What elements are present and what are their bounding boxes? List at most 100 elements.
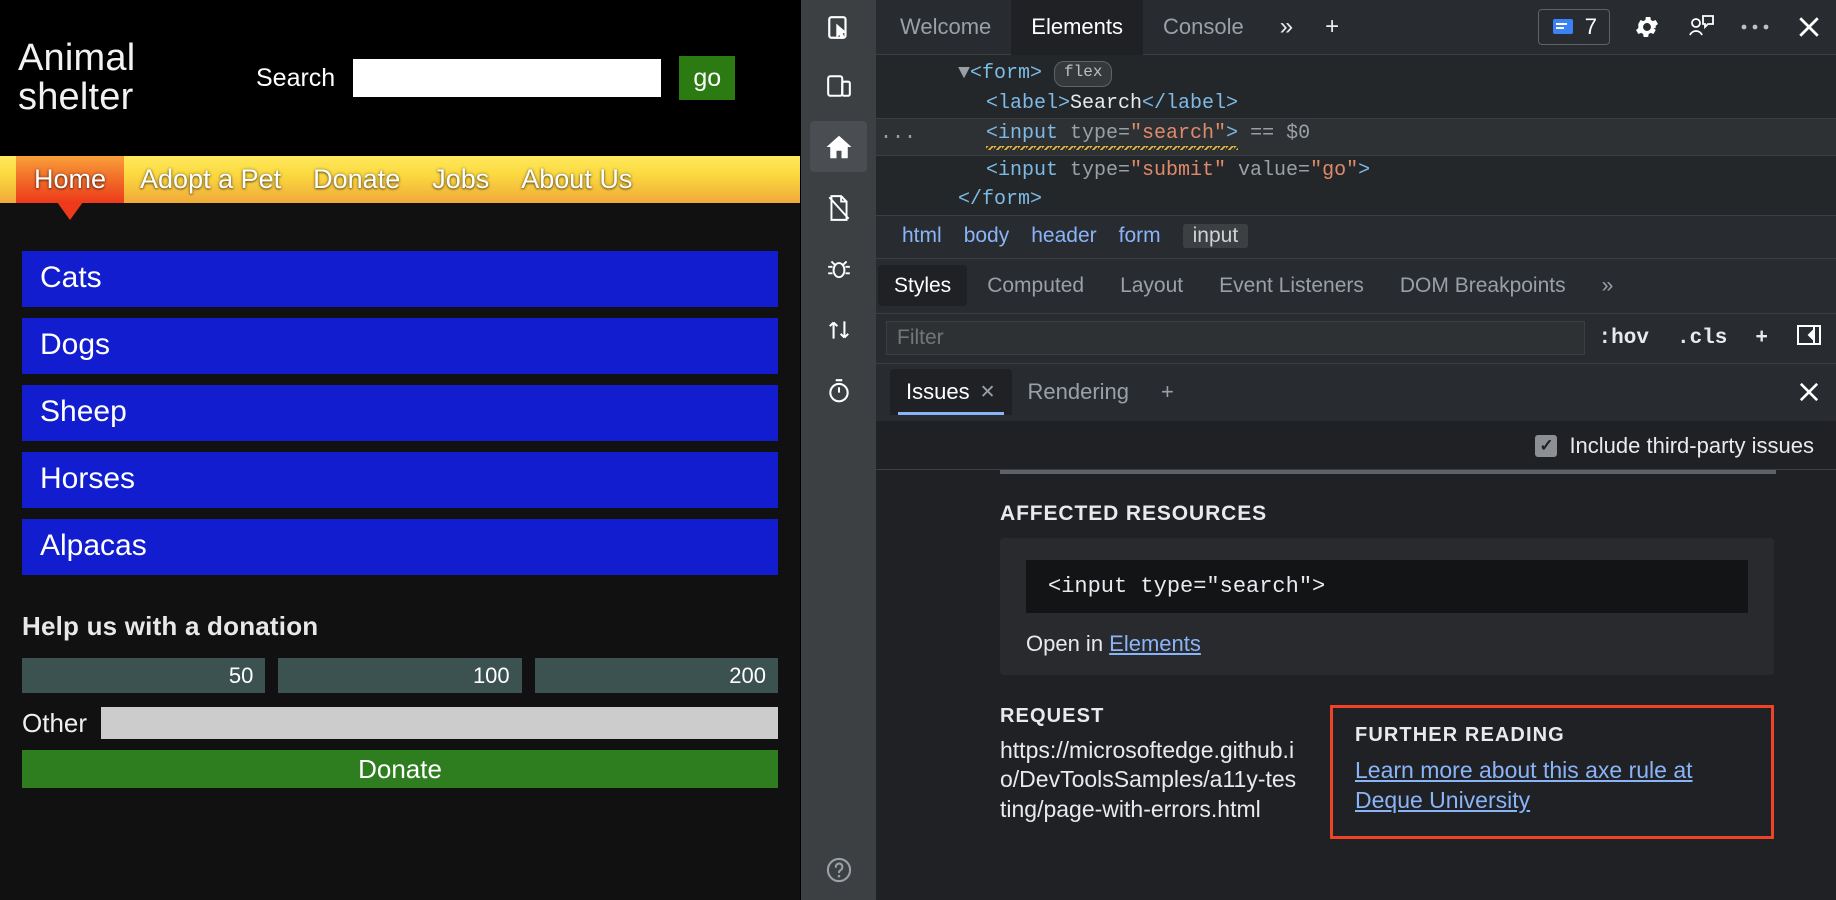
tab-console[interactable]: Console <box>1143 0 1264 55</box>
further-reading-link[interactable]: Learn more about this axe rule at Deque … <box>1355 755 1751 816</box>
close-issues-tab-icon[interactable]: ✕ <box>980 381 996 404</box>
donation-amount-200[interactable]: 200 <box>535 658 778 693</box>
third-party-label: Include third-party issues <box>1569 433 1814 459</box>
dom-expand-arrow-icon[interactable]: ▼ <box>904 61 970 87</box>
donation-other-input[interactable] <box>101 707 778 739</box>
styles-tab-dom-breakpoints[interactable]: DOM Breakpoints <box>1384 265 1582 306</box>
dom-attr-value-search: "search" <box>1130 122 1226 145</box>
breadcrumb-input[interactable]: input <box>1183 224 1249 248</box>
dom-line-label[interactable]: <label>Search</label> <box>876 89 1836 119</box>
search-go-button[interactable]: go <box>679 56 735 100</box>
dom-line-form-close[interactable]: </form> <box>876 185 1836 215</box>
issue-divider <box>1000 470 1776 474</box>
dom-line-form-open[interactable]: ▼<form> flex <box>876 59 1836 89</box>
toggle-sidebar-icon[interactable] <box>1782 323 1836 354</box>
nav-item-about-us-label: About Us <box>521 164 632 195</box>
include-third-party-row[interactable]: ✓ Include third-party issues <box>876 421 1836 470</box>
breadcrumb-form[interactable]: form <box>1119 224 1161 248</box>
devtools-lower-region: ▼<form> flex <label>Search</label> ... <… <box>801 55 1836 900</box>
message-icon <box>1551 15 1575 39</box>
dom-tag-input-close: > <box>1226 122 1238 145</box>
styles-filter-input[interactable] <box>886 321 1585 355</box>
dom-line-input-search[interactable]: ... <input type="search"> == $0 <box>876 118 1836 156</box>
feedback-icon[interactable] <box>1674 0 1728 55</box>
styles-tab-styles[interactable]: Styles <box>878 265 967 306</box>
dom-tag-form: <form> <box>970 61 1042 87</box>
issues-count-badge[interactable]: 7 <box>1538 9 1610 45</box>
category-item-horses[interactable]: Horses <box>22 452 778 508</box>
styles-tabs-more-icon[interactable]: » <box>1586 265 1630 306</box>
category-item-alpacas[interactable]: Alpacas <box>22 519 778 575</box>
drawer-tab-issues[interactable]: Issues ✕ <box>890 369 1012 415</box>
close-devtools-icon[interactable] <box>1782 0 1836 55</box>
issues-count-label: 7 <box>1585 14 1597 40</box>
devtools-tab-bar: Welcome Elements Console » + 7 <box>876 0 1836 55</box>
category-item-dogs[interactable]: Dogs <box>22 318 778 374</box>
dom-gutter <box>876 91 904 117</box>
dom-attr-value-go: "go" <box>1310 158 1358 184</box>
add-tab-icon[interactable]: + <box>1309 0 1355 55</box>
dom-tag-input2-close: > <box>1358 158 1370 184</box>
styles-tabs: Styles Computed Layout Event Listeners D… <box>876 259 1631 313</box>
drawer-tab-rendering-label: Rendering <box>1028 379 1130 405</box>
device-toolbar-icon[interactable] <box>801 55 876 116</box>
nav-item-home-label: Home <box>34 164 106 195</box>
drawer-tab-rendering[interactable]: Rendering <box>1012 369 1146 415</box>
search-input[interactable] <box>353 59 661 97</box>
hov-toggle-button[interactable]: :hov <box>1585 327 1663 350</box>
donation-other-row: Other <box>22 707 778 739</box>
search-form: Search go <box>256 56 735 100</box>
styles-tab-layout[interactable]: Layout <box>1104 265 1199 306</box>
web-page-viewport: Animal shelter Search go Home Adopt a Pe… <box>0 0 800 900</box>
flex-badge[interactable]: flex <box>1054 61 1112 87</box>
category-item-sheep[interactable]: Sheep <box>22 385 778 441</box>
drawer-add-tab-icon[interactable]: + <box>1145 369 1190 415</box>
nav-item-donate-label: Donate <box>313 164 400 195</box>
further-reading-box: FURTHER READING Learn more about this ax… <box>1330 705 1774 839</box>
issues-panel: ✓ Include third-party issues AFFECTED RE… <box>876 421 1836 900</box>
open-in-elements-link[interactable]: Elements <box>1109 631 1201 656</box>
nav-item-home[interactable]: Home <box>16 156 124 203</box>
breadcrumb-header[interactable]: header <box>1031 224 1096 248</box>
animal-category-list: Cats Dogs Sheep Horses Alpacas <box>22 251 778 575</box>
settings-gear-icon[interactable] <box>1620 0 1674 55</box>
tab-welcome[interactable]: Welcome <box>880 0 1011 55</box>
inspect-element-icon[interactable] <box>801 0 876 55</box>
bug-icon[interactable] <box>801 238 876 299</box>
styles-tab-event-listeners[interactable]: Event Listeners <box>1203 265 1380 306</box>
devtools-top-region: Welcome Elements Console » + 7 <box>801 0 1836 55</box>
dom-line-input-submit[interactable]: <input type="submit" value="go"> <box>876 156 1836 186</box>
donation-heading: Help us with a donation <box>22 611 778 642</box>
new-style-rule-button[interactable]: + <box>1741 327 1782 350</box>
request-title: REQUEST <box>1000 705 1300 728</box>
cls-toggle-button[interactable]: .cls <box>1663 327 1741 350</box>
help-icon[interactable] <box>801 839 876 900</box>
brand-line-1: Animal <box>18 39 228 78</box>
third-party-checkbox[interactable]: ✓ <box>1535 435 1557 457</box>
tab-elements[interactable]: Elements <box>1011 0 1143 55</box>
home-icon[interactable] <box>801 116 876 177</box>
dom-attr-value-name: value= <box>1226 158 1310 184</box>
donation-other-label: Other <box>22 708 87 739</box>
donate-submit-button[interactable]: Donate <box>22 750 778 788</box>
styles-tab-computed[interactable]: Computed <box>971 265 1100 306</box>
close-drawer-icon[interactable] <box>1782 365 1836 420</box>
donation-amount-50[interactable]: 50 <box>22 658 265 693</box>
nav-item-about-us[interactable]: About Us <box>505 156 648 203</box>
breadcrumb-html[interactable]: html <box>902 224 942 248</box>
dom-tag-label-close: </label> <box>1142 91 1238 117</box>
nav-item-jobs[interactable]: Jobs <box>416 156 505 203</box>
issues-report-icon[interactable] <box>801 177 876 238</box>
more-tabs-icon[interactable]: » <box>1264 0 1309 55</box>
network-sort-icon[interactable] <box>801 299 876 360</box>
dom-attr-value-submit: "submit" <box>1130 158 1226 184</box>
donation-amount-100[interactable]: 100 <box>278 658 521 693</box>
nav-item-donate[interactable]: Donate <box>297 156 416 203</box>
performance-timer-icon[interactable] <box>801 360 876 421</box>
category-item-cats[interactable]: Cats <box>22 251 778 307</box>
open-in-elements-row: Open in Elements <box>1026 631 1748 657</box>
breadcrumb-body[interactable]: body <box>964 224 1010 248</box>
nav-item-adopt-a-pet[interactable]: Adopt a Pet <box>124 156 297 203</box>
more-options-icon[interactable] <box>1728 0 1782 55</box>
request-url: https://microsoftedge.github.io/DevTools… <box>1000 736 1300 824</box>
